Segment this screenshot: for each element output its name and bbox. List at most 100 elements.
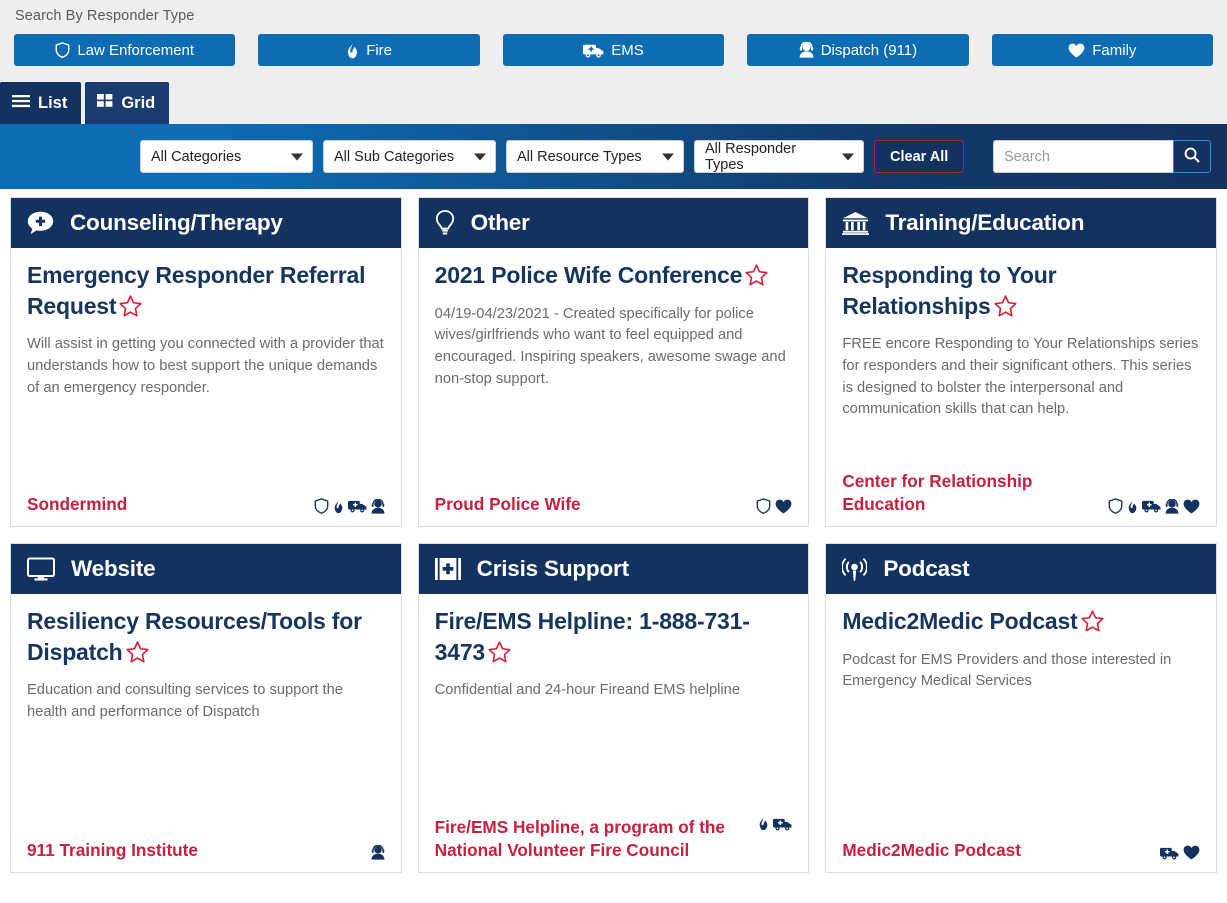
card-responder-badges xyxy=(758,816,792,833)
select-all-categories[interactable]: All Categories xyxy=(140,140,313,173)
shield-icon xyxy=(1108,498,1123,514)
card-description: Confidential and 24-hour Fireand EMS hel… xyxy=(434,682,741,699)
favorite-star-icon[interactable] xyxy=(119,294,142,325)
chevron-down-icon xyxy=(291,153,303,160)
card-title-link[interactable]: Responding to Your Relationships xyxy=(842,260,1200,324)
search-input[interactable] xyxy=(993,140,1173,173)
select-all-resource-types[interactable]: All Resource Types xyxy=(506,140,684,173)
card-title-text: Medic2Medic Podcast xyxy=(842,608,1078,634)
lightbulb-icon xyxy=(435,210,455,236)
favorite-star-icon[interactable] xyxy=(745,263,768,294)
card-category-label: Counseling/Therapy xyxy=(70,210,283,235)
chevron-down-icon xyxy=(842,153,854,160)
card-footer: Proud Police Wife xyxy=(419,485,809,526)
favorite-star-icon[interactable] xyxy=(125,640,149,671)
card-category-header: Counseling/Therapy xyxy=(11,198,401,248)
tab-label: Grid xyxy=(121,93,156,112)
select-value: All Sub Categories xyxy=(334,148,455,165)
favorite-star-icon[interactable] xyxy=(1080,609,1104,640)
card-category-label: Crisis Support xyxy=(476,556,629,581)
resource-card[interactable]: Podcast Medic2Medic Podcast Podcast for … xyxy=(825,543,1217,873)
card-footer: Medic2Medic Podcast xyxy=(826,831,1216,872)
card-organization-link[interactable]: Sondermind xyxy=(27,493,127,516)
search-button[interactable] xyxy=(1173,140,1211,173)
flame-icon xyxy=(758,816,769,831)
clear-all-button[interactable]: Clear All xyxy=(874,140,965,173)
responder-button-dispatch[interactable]: Dispatch (911) xyxy=(747,34,969,66)
card-title-link[interactable]: Emergency Responder Referral Request xyxy=(27,260,385,324)
resource-card[interactable]: Crisis Support Fire/EMS Helpline: 1-888-… xyxy=(417,543,810,873)
responder-button-label: Family xyxy=(1092,41,1137,59)
tab-grid[interactable]: Grid xyxy=(85,82,170,124)
responder-search-label: Search By Responder Type xyxy=(15,8,195,24)
card-body: 2021 Police Wife Conference 04/19-04/23/… xyxy=(419,248,809,485)
responder-button-label: EMS xyxy=(611,41,644,59)
responder-button-fire[interactable]: Fire xyxy=(258,34,480,66)
select-all-responder-types[interactable]: All Responder Types xyxy=(694,140,864,173)
select-value: All Responder Types xyxy=(705,140,797,173)
responder-button-label: Fire xyxy=(366,41,393,59)
resource-card[interactable]: Counseling/Therapy Emergency Responder R… xyxy=(10,197,402,527)
card-title-link[interactable]: Medic2Medic Podcast xyxy=(842,606,1200,640)
card-description: Will assist in getting you connected wit… xyxy=(27,336,384,396)
flame-icon xyxy=(1127,499,1138,514)
card-footer: Sondermind xyxy=(11,485,401,526)
favorite-star-icon[interactable] xyxy=(488,640,511,671)
ambulance-icon xyxy=(1141,499,1161,513)
card-responder-badges xyxy=(1108,498,1200,516)
card-description: Education and consulting services to sup… xyxy=(27,682,343,720)
shield-icon xyxy=(756,498,771,514)
card-category-label: Other xyxy=(470,210,530,235)
select-all-sub-categories[interactable]: All Sub Categories xyxy=(323,140,496,173)
card-category-header: Website xyxy=(11,544,401,594)
responder-button-ems[interactable]: EMS xyxy=(502,34,725,66)
grid-icon xyxy=(97,93,113,113)
card-footer: Fire/EMS Helpline, a program of the Nati… xyxy=(419,808,809,872)
card-title-text: Fire/EMS Helpline: 1-888-731-3473 xyxy=(434,608,750,665)
card-title-link[interactable]: Resiliency Resources/Tools for Dispatch xyxy=(27,606,385,670)
resource-card[interactable]: Other 2021 Police Wife Conference 04/19-… xyxy=(417,197,810,527)
hamburger-icon xyxy=(12,94,30,113)
card-organization-link[interactable]: Medic2Medic Podcast xyxy=(842,839,1021,862)
card-description: 04/19-04/23/2021 - Created specifically … xyxy=(434,305,786,387)
responder-type-search: Search By Responder Type Law Enforcement… xyxy=(0,0,1227,78)
responder-button-family[interactable]: Family xyxy=(991,34,1214,66)
ambulance-icon xyxy=(1159,846,1179,860)
card-title-text: 2021 Police Wife Conference xyxy=(434,262,743,288)
resource-card[interactable]: Training/Education Responding to Your Re… xyxy=(825,197,1217,527)
monitor-icon xyxy=(27,557,55,581)
card-body: Medic2Medic Podcast Podcast for EMS Prov… xyxy=(826,594,1216,831)
card-organization-link[interactable]: Proud Police Wife xyxy=(435,493,581,516)
tab-list[interactable]: List xyxy=(0,82,82,124)
card-title-text: Emergency Responder Referral Request xyxy=(27,262,366,319)
card-body: Resiliency Resources/Tools for Dispatch … xyxy=(11,594,401,831)
card-body: Responding to Your Relationships FREE en… xyxy=(826,248,1216,462)
ambulance-icon xyxy=(583,43,604,58)
view-tab-bar: List Grid xyxy=(0,78,1227,124)
responder-button-law-enforcement[interactable]: Law Enforcement xyxy=(14,34,236,66)
headset-person-icon xyxy=(799,42,814,58)
favorite-star-icon[interactable] xyxy=(993,294,1017,325)
card-responder-badges xyxy=(1159,845,1200,862)
ambulance-icon xyxy=(773,817,792,831)
card-responder-badges xyxy=(371,845,385,862)
flame-icon xyxy=(333,499,344,514)
card-organization-link[interactable]: Center for Relationship Education xyxy=(842,470,1098,516)
card-footer: 911 Training Institute xyxy=(11,831,401,872)
resource-directory-page: Search By Responder Type Law Enforcement… xyxy=(0,0,1227,903)
card-category-header: Crisis Support xyxy=(418,544,809,594)
select-value: All Categories xyxy=(151,148,242,165)
heart-icon xyxy=(775,499,792,514)
card-title-link[interactable]: Fire/EMS Helpline: 1-888-731-3473 xyxy=(435,606,793,670)
shield-icon xyxy=(314,498,329,514)
shield-icon xyxy=(55,42,70,58)
card-footer: Center for Relationship Education xyxy=(826,462,1216,526)
responder-type-button-group: Law Enforcement Fire EMS Dispatch (911) xyxy=(14,34,1214,66)
card-description: Podcast for EMS Providers and those inte… xyxy=(842,651,1172,690)
card-title-link[interactable]: 2021 Police Wife Conference xyxy=(435,260,793,294)
card-organization-link[interactable]: Fire/EMS Helpline, a program of the Nati… xyxy=(435,816,749,862)
card-organization-link[interactable]: 911 Training Institute xyxy=(27,839,198,862)
search-group xyxy=(993,140,1211,173)
chevron-down-icon xyxy=(662,153,674,160)
resource-card[interactable]: Website Resiliency Resources/Tools for D… xyxy=(10,543,402,873)
